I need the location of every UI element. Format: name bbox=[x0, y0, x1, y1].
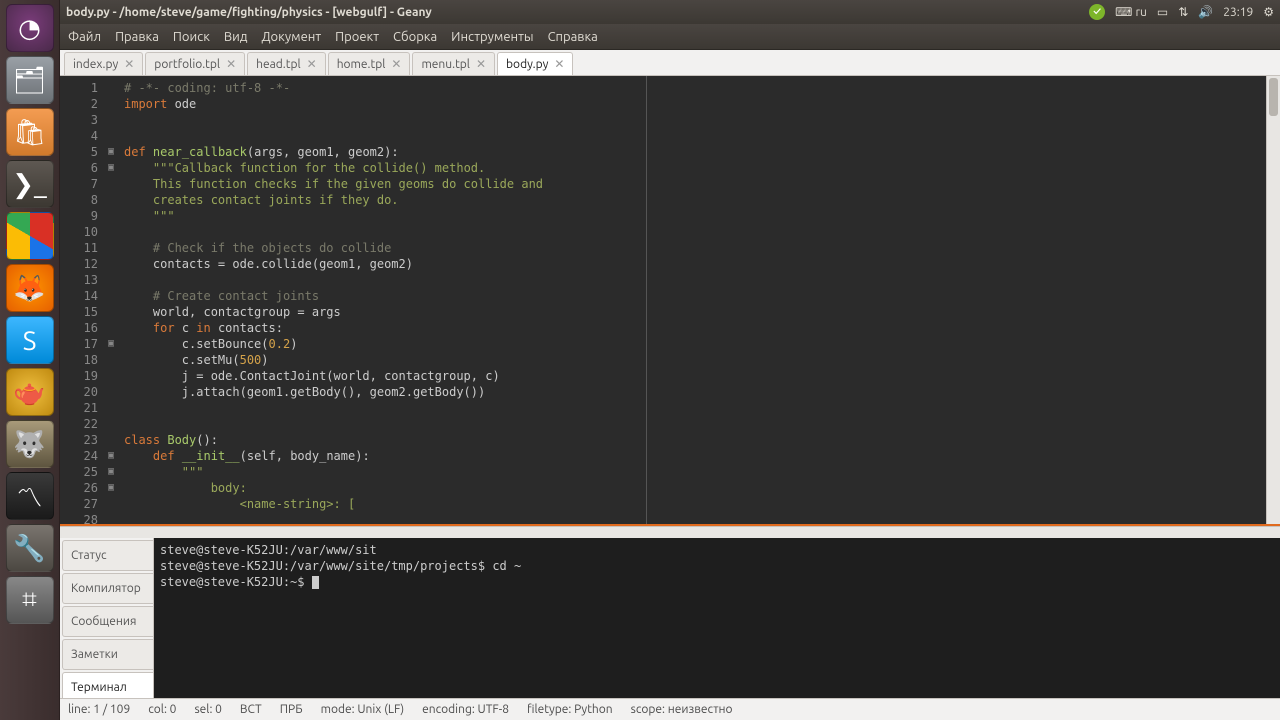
software-center-icon[interactable]: 🛍 bbox=[6, 108, 54, 156]
menu-поиск[interactable]: Поиск bbox=[173, 30, 210, 44]
tab-label: index.py bbox=[73, 58, 118, 71]
document-tab-bar: index.py✕portfolio.tpl✕head.tpl✕home.tpl… bbox=[60, 50, 1280, 76]
bottom-tab-Статус[interactable]: Статус bbox=[62, 540, 153, 571]
tab-label: body.py bbox=[506, 58, 548, 71]
settings-icon[interactable]: 🔧 bbox=[6, 524, 54, 572]
bottom-tab-Сообщения[interactable]: Сообщения bbox=[62, 606, 153, 637]
status-encoding: encoding: UTF-8 bbox=[422, 703, 509, 716]
menu-файл[interactable]: Файл bbox=[68, 30, 101, 44]
top-panel: body.py - /home/steve/game/fighting/phys… bbox=[60, 0, 1280, 24]
menu-справка[interactable]: Справка bbox=[548, 30, 598, 44]
code-editor[interactable]: # -*- coding: utf-8 -*-import ode def ne… bbox=[118, 76, 1266, 524]
tab-label: head.tpl bbox=[256, 58, 301, 71]
update-indicator-icon[interactable]: ✓ bbox=[1089, 4, 1105, 20]
status-mode: mode: Unix (LF) bbox=[321, 703, 405, 716]
battery-icon[interactable]: ▭ bbox=[1157, 5, 1168, 19]
gimp-icon[interactable]: 🐺 bbox=[6, 420, 54, 468]
session-icon[interactable]: ⚙ bbox=[1263, 5, 1274, 19]
embedded-terminal[interactable]: steve@steve-K52JU:/var/www/sitsteve@stev… bbox=[154, 538, 1280, 698]
terminal-icon[interactable]: ❯_ bbox=[6, 160, 54, 208]
sound-icon[interactable]: 🔊 bbox=[1198, 5, 1213, 19]
bottom-pane: СтатусКомпиляторСообщенияЗаметкиТерминал… bbox=[60, 538, 1280, 698]
tab-home-tpl[interactable]: home.tpl ✕ bbox=[328, 52, 411, 75]
status-bar: line: 1 / 109 col: 0 sel: 0 ВСТ ПРБ mode… bbox=[60, 698, 1280, 720]
status-line: line: 1 / 109 bbox=[68, 703, 130, 716]
tab-label: menu.tpl bbox=[421, 58, 470, 71]
tab-portfolio-tpl[interactable]: portfolio.tpl ✕ bbox=[145, 52, 245, 75]
firefox-icon[interactable]: 🦊 bbox=[6, 264, 54, 312]
tab-label: portfolio.tpl bbox=[154, 58, 220, 71]
close-icon[interactable]: ✕ bbox=[476, 57, 486, 71]
files-icon[interactable]: 🗂 bbox=[6, 56, 54, 104]
network-icon[interactable]: ⇅ bbox=[1178, 5, 1188, 19]
bottom-tab-Компилятор[interactable]: Компилятор bbox=[62, 573, 153, 604]
tab-head-tpl[interactable]: head.tpl ✕ bbox=[247, 52, 326, 75]
menu-правка[interactable]: Правка bbox=[115, 30, 159, 44]
status-col: col: 0 bbox=[148, 703, 176, 716]
status-scope: scope: неизвестно bbox=[631, 703, 733, 716]
status-sel: sel: 0 bbox=[194, 703, 221, 716]
line-number-gutter: 1234567891011121314151617181920212223242… bbox=[60, 76, 104, 524]
unity-launcher: ◔ 🗂 🛍 ❯_ 🦊 S 🫖 🐺 〽 🔧 ⌗ bbox=[0, 0, 60, 720]
menu-инструменты[interactable]: Инструменты bbox=[451, 30, 533, 44]
horizontal-scrollbar[interactable] bbox=[60, 526, 1280, 538]
bottom-tab-Заметки[interactable]: Заметки bbox=[62, 639, 153, 670]
window-title: body.py - /home/steve/game/fighting/phys… bbox=[66, 6, 432, 19]
app-icon[interactable]: 🫖 bbox=[6, 368, 54, 416]
ruler-line bbox=[646, 76, 647, 524]
menu-проект[interactable]: Проект bbox=[335, 30, 379, 44]
close-icon[interactable]: ✕ bbox=[124, 57, 134, 71]
editor-area: 1234567891011121314151617181920212223242… bbox=[60, 76, 1280, 526]
status-insert: ВСТ bbox=[240, 703, 262, 716]
menubar: Файл Правка Поиск Вид Документ Проект Сборка Ин… bbox=[60, 24, 1280, 50]
clock[interactable]: 23:19 bbox=[1223, 6, 1253, 19]
close-icon[interactable]: ✕ bbox=[391, 57, 401, 71]
tab-body-py[interactable]: body.py ✕ bbox=[497, 52, 573, 75]
chrome-icon[interactable] bbox=[6, 212, 54, 260]
close-icon[interactable]: ✕ bbox=[226, 57, 236, 71]
status-filetype: filetype: Python bbox=[527, 703, 613, 716]
menu-вид[interactable]: Вид bbox=[224, 30, 248, 44]
vertical-scrollbar[interactable] bbox=[1266, 76, 1280, 524]
menu-документ[interactable]: Документ bbox=[261, 30, 321, 44]
calculator-icon[interactable]: ⌗ bbox=[6, 576, 54, 624]
tab-menu-tpl[interactable]: menu.tpl ✕ bbox=[412, 52, 495, 75]
menu-сборка[interactable]: Сборка bbox=[393, 30, 437, 44]
system-monitor-icon[interactable]: 〽 bbox=[6, 472, 54, 520]
close-icon[interactable]: ✕ bbox=[307, 57, 317, 71]
tab-index-py[interactable]: index.py ✕ bbox=[64, 52, 143, 75]
close-icon[interactable]: ✕ bbox=[554, 57, 564, 71]
status-space: ПРБ bbox=[280, 703, 303, 716]
fold-gutter[interactable]: ▣▣▣▣▣▣ bbox=[104, 76, 118, 524]
keyboard-layout-indicator[interactable]: ⌨ ru bbox=[1115, 5, 1147, 19]
bottom-pane-tabs: СтатусКомпиляторСообщенияЗаметкиТерминал bbox=[60, 538, 154, 698]
dash-icon[interactable]: ◔ bbox=[6, 4, 54, 52]
skype-icon[interactable]: S bbox=[6, 316, 54, 364]
tab-label: home.tpl bbox=[337, 58, 386, 71]
